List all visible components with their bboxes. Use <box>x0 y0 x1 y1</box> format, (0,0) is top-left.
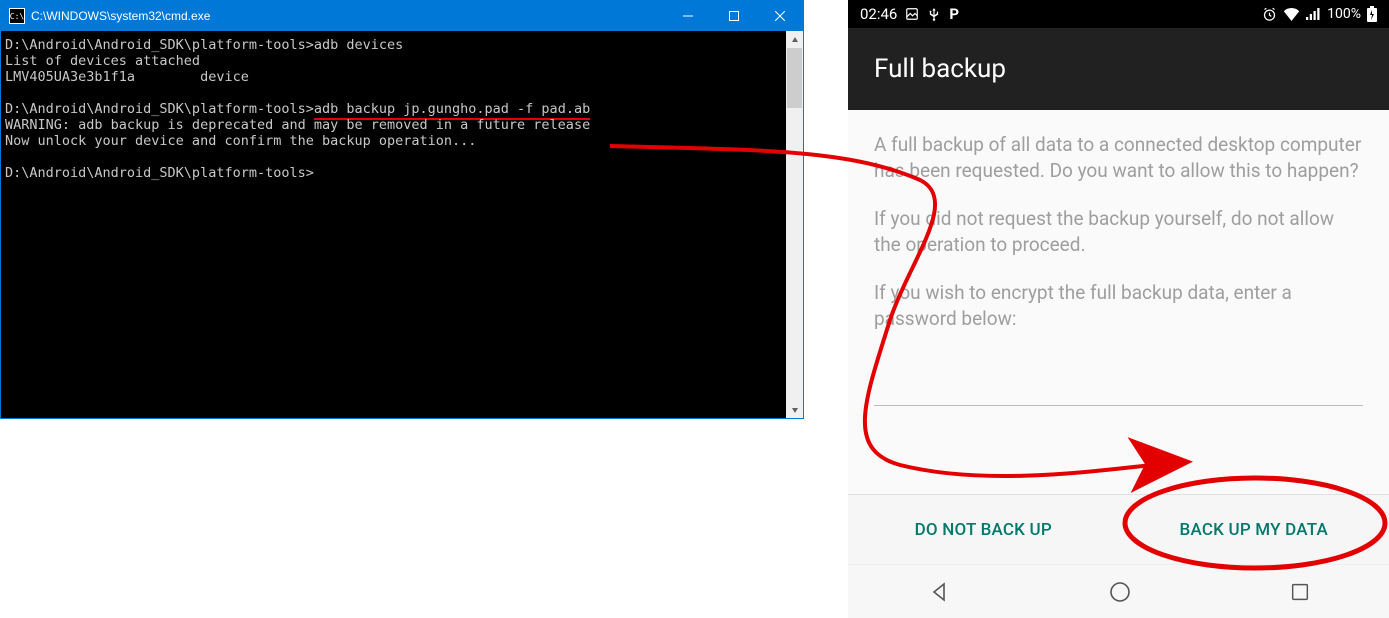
cmd-window: C:\ C:\WINDOWS\system32\cmd.exe D:\Andro… <box>0 0 804 419</box>
backup-para-2: If you did not request the backup yourse… <box>874 206 1363 258</box>
status-battery-text: 100% <box>1327 6 1361 22</box>
backup-password-input[interactable] <box>874 370 1363 406</box>
scroll-track[interactable] <box>786 48 803 401</box>
alarm-icon <box>1262 7 1277 22</box>
usb-icon <box>927 7 941 21</box>
nav-home-icon[interactable] <box>1108 580 1132 604</box>
battery-charging-icon <box>1367 6 1377 22</box>
cmd-terminal-output[interactable]: D:\Android\Android_SDK\platform-tools>ad… <box>1 31 786 418</box>
minimize-button[interactable] <box>665 1 711 31</box>
app-p-icon: P <box>949 5 959 23</box>
nav-back-icon[interactable] <box>927 580 951 604</box>
android-navbar <box>848 564 1389 618</box>
cmd-titlebar[interactable]: C:\ C:\WINDOWS\system32\cmd.exe <box>1 1 803 31</box>
image-icon <box>905 7 919 21</box>
nav-recent-icon[interactable] <box>1289 581 1311 603</box>
wifi-icon <box>1283 7 1300 21</box>
cell-signal-icon <box>1306 7 1321 21</box>
backup-para-1: A full backup of all data to a connected… <box>874 132 1363 184</box>
scroll-thumb[interactable] <box>787 48 802 108</box>
backup-para-3: If you wish to encrypt the full backup d… <box>874 280 1363 332</box>
scroll-up-button[interactable] <box>786 31 803 48</box>
appbar-title: Full backup <box>874 54 1006 84</box>
maximize-button[interactable] <box>711 1 757 31</box>
backup-dialog-content: A full backup of all data to a connected… <box>848 110 1389 494</box>
do-not-back-up-button[interactable]: DO NOT BACK UP <box>848 495 1119 564</box>
back-up-my-data-button[interactable]: BACK UP MY DATA <box>1119 495 1389 564</box>
cmd-icon: C:\ <box>9 8 25 24</box>
cmd-window-title: C:\WINDOWS\system32\cmd.exe <box>31 9 665 23</box>
cmd-scrollbar[interactable] <box>786 31 803 418</box>
scroll-down-button[interactable] <box>786 401 803 418</box>
android-statusbar: 02:46 P 100% <box>848 0 1389 28</box>
window-controls <box>665 1 803 31</box>
close-button[interactable] <box>757 1 803 31</box>
android-appbar: Full backup <box>848 28 1389 110</box>
status-clock: 02:46 <box>860 5 897 23</box>
backup-dialog-actions: DO NOT BACK UP BACK UP MY DATA <box>848 494 1389 564</box>
android-device: 02:46 P 100% Full backup <box>847 0 1389 618</box>
